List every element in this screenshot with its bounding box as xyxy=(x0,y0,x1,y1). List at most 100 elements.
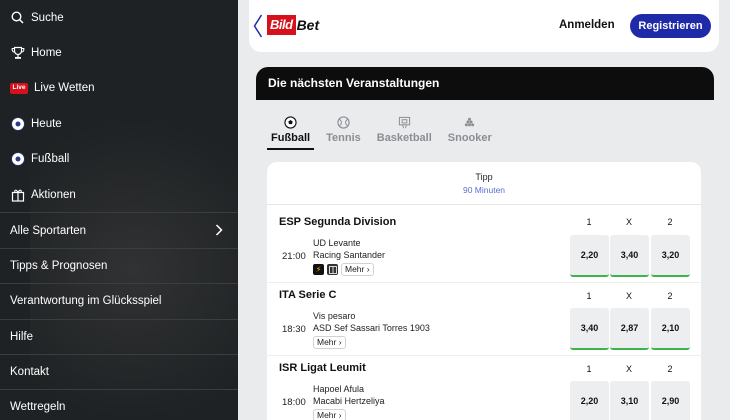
sidebar-item-wettregeln[interactable]: Wettregeln xyxy=(0,389,238,420)
logo-bet-text: Bet xyxy=(296,17,320,33)
sidebar-item-label: Fußball xyxy=(31,153,70,166)
match-meta: ⚡ Mehr › xyxy=(313,263,374,276)
tab-fussball[interactable]: Fußball xyxy=(267,114,315,150)
sidebar-item-fussball[interactable]: Fußball xyxy=(0,142,238,177)
sidebar-item-live-wetten[interactable]: Live Live Wetten xyxy=(0,71,238,106)
market-subtitle: 90 Minuten xyxy=(462,185,506,195)
column-away: 2 xyxy=(667,291,673,301)
divider xyxy=(267,204,701,205)
soccer-ball-icon xyxy=(10,116,25,131)
odds-button-away[interactable]: 2,90 xyxy=(651,381,690,420)
more-label: Mehr xyxy=(345,264,365,274)
tab-label: Basketball xyxy=(376,132,432,144)
league-title: ISR Ligat Leumit xyxy=(279,362,366,374)
divider xyxy=(267,282,701,283)
logo-bild-text: Bild xyxy=(267,15,296,35)
tab-tennis[interactable]: Tennis xyxy=(322,114,365,150)
sidebar-item-label: Home xyxy=(31,47,62,60)
trophy-icon xyxy=(10,46,25,61)
match-meta: Mehr › xyxy=(313,336,346,349)
gift-icon xyxy=(10,187,25,202)
sidebar-item-hilfe[interactable]: Hilfe xyxy=(0,318,238,354)
more-markets-button[interactable]: Mehr › xyxy=(313,336,346,349)
column-home: 1 xyxy=(586,291,592,301)
column-home: 1 xyxy=(586,364,592,374)
sidebar-item-label: Suche xyxy=(31,11,64,24)
column-draw: X xyxy=(625,364,632,374)
tab-label: Tennis xyxy=(326,132,361,144)
sidebar-item-label: Wettregeln xyxy=(10,401,66,414)
tab-label: Snooker xyxy=(447,132,492,144)
column-home: 1 xyxy=(586,217,592,227)
home-team[interactable]: UD Levante xyxy=(313,238,361,248)
search-icon xyxy=(10,10,25,25)
sidebar-nav: Suche Home Live Live Wetten Heute Fußbal… xyxy=(0,0,238,420)
match-time: 18:30 xyxy=(282,324,306,335)
sidebar-item-alle-sportarten[interactable]: Alle Sportarten xyxy=(0,212,238,247)
market-title: Tipp xyxy=(475,172,493,182)
tab-snooker[interactable]: Snooker xyxy=(444,114,496,150)
odds-button-home[interactable]: 2,20 xyxy=(570,235,609,277)
tennis-ball-icon xyxy=(337,114,350,130)
odds-button-away[interactable]: 2,10 xyxy=(651,308,690,350)
more-markets-button[interactable]: Mehr › xyxy=(313,409,346,420)
league-title: ITA Serie C xyxy=(279,289,337,301)
sidebar-item-label: Aktionen xyxy=(31,188,76,201)
sidebar-item-kontakt[interactable]: Kontakt xyxy=(0,353,238,389)
live-badge: Live xyxy=(10,81,28,96)
away-team[interactable]: ASD Sef Sassari Torres 1903 xyxy=(313,323,430,333)
sidebar-item-label: Heute xyxy=(31,117,62,130)
column-away: 2 xyxy=(667,217,673,227)
odds-button-draw[interactable]: 2,87 xyxy=(610,308,649,350)
tab-label: Fußball xyxy=(271,132,311,144)
away-team[interactable]: Racing Santander xyxy=(313,250,385,260)
column-away: 2 xyxy=(667,364,673,374)
home-team[interactable]: Vis pesaro xyxy=(313,311,355,321)
soccer-ball-icon xyxy=(10,152,25,167)
home-team[interactable]: Hapoel Afula xyxy=(313,384,364,394)
odds-button-draw[interactable]: 3,40 xyxy=(610,235,649,277)
match-meta: Mehr › xyxy=(313,409,346,420)
more-label: Mehr xyxy=(317,337,337,347)
top-header: Bild Bet Anmelden Registrieren xyxy=(249,0,719,52)
register-button[interactable]: Registrieren xyxy=(630,14,711,38)
sport-tabs: Fußball Tennis Basketball Snooker xyxy=(267,114,504,150)
column-draw: X xyxy=(625,291,632,301)
odds-card: Tipp 90 Minuten ESP Segunda Division 1 X… xyxy=(267,162,701,420)
live-badge-text: Live xyxy=(10,83,28,94)
sidebar-item-label: Hilfe xyxy=(10,330,34,343)
sidebar-item-tipps-prognosen[interactable]: Tipps & Prognosen xyxy=(0,247,238,283)
sidebar-item-label: Alle Sportarten xyxy=(10,224,87,237)
match-time: 21:00 xyxy=(282,251,306,262)
sidebar-item-aktionen[interactable]: Aktionen xyxy=(0,177,238,212)
tab-basketball[interactable]: Basketball xyxy=(373,114,436,150)
column-draw: X xyxy=(625,217,632,227)
sidebar-item-label: Live Wetten xyxy=(34,82,95,95)
chevron-right-icon xyxy=(215,224,223,239)
away-team[interactable]: Macabi Hertzeliya xyxy=(313,396,385,406)
back-chevron-icon[interactable] xyxy=(253,14,263,43)
sidebar-item-search[interactable]: Suche xyxy=(0,0,238,35)
bildbet-logo[interactable]: Bild Bet xyxy=(267,15,319,35)
lightning-icon: ⚡ xyxy=(313,264,324,275)
odds-button-home[interactable]: 2,20 xyxy=(570,381,609,420)
scoreboard-icon xyxy=(327,264,338,275)
league-title: ESP Segunda Division xyxy=(279,216,397,228)
snooker-icon xyxy=(463,114,476,130)
odds-button-home[interactable]: 3,40 xyxy=(570,308,609,350)
more-label: Mehr xyxy=(317,410,337,420)
sidebar-item-verantwortung[interactable]: Verantwortung im Glücksspiel xyxy=(0,283,238,318)
match-time: 18:00 xyxy=(282,397,306,408)
events-section-title: Die nächsten Veranstaltungen xyxy=(256,67,714,100)
sidebar-item-label: Verantwortung im Glücksspiel xyxy=(10,295,162,308)
divider xyxy=(267,355,701,356)
sidebar-item-label: Tipps & Prognosen xyxy=(10,259,108,272)
sidebar-item-heute[interactable]: Heute xyxy=(0,106,238,141)
sidebar-item-home[interactable]: Home xyxy=(0,35,238,70)
odds-button-draw[interactable]: 3,10 xyxy=(610,381,649,420)
login-button[interactable]: Anmelden xyxy=(559,19,615,31)
odds-button-away[interactable]: 3,20 xyxy=(651,235,690,277)
basketball-icon xyxy=(398,114,411,130)
soccer-ball-icon xyxy=(284,114,297,130)
more-markets-button[interactable]: Mehr › xyxy=(341,263,374,276)
